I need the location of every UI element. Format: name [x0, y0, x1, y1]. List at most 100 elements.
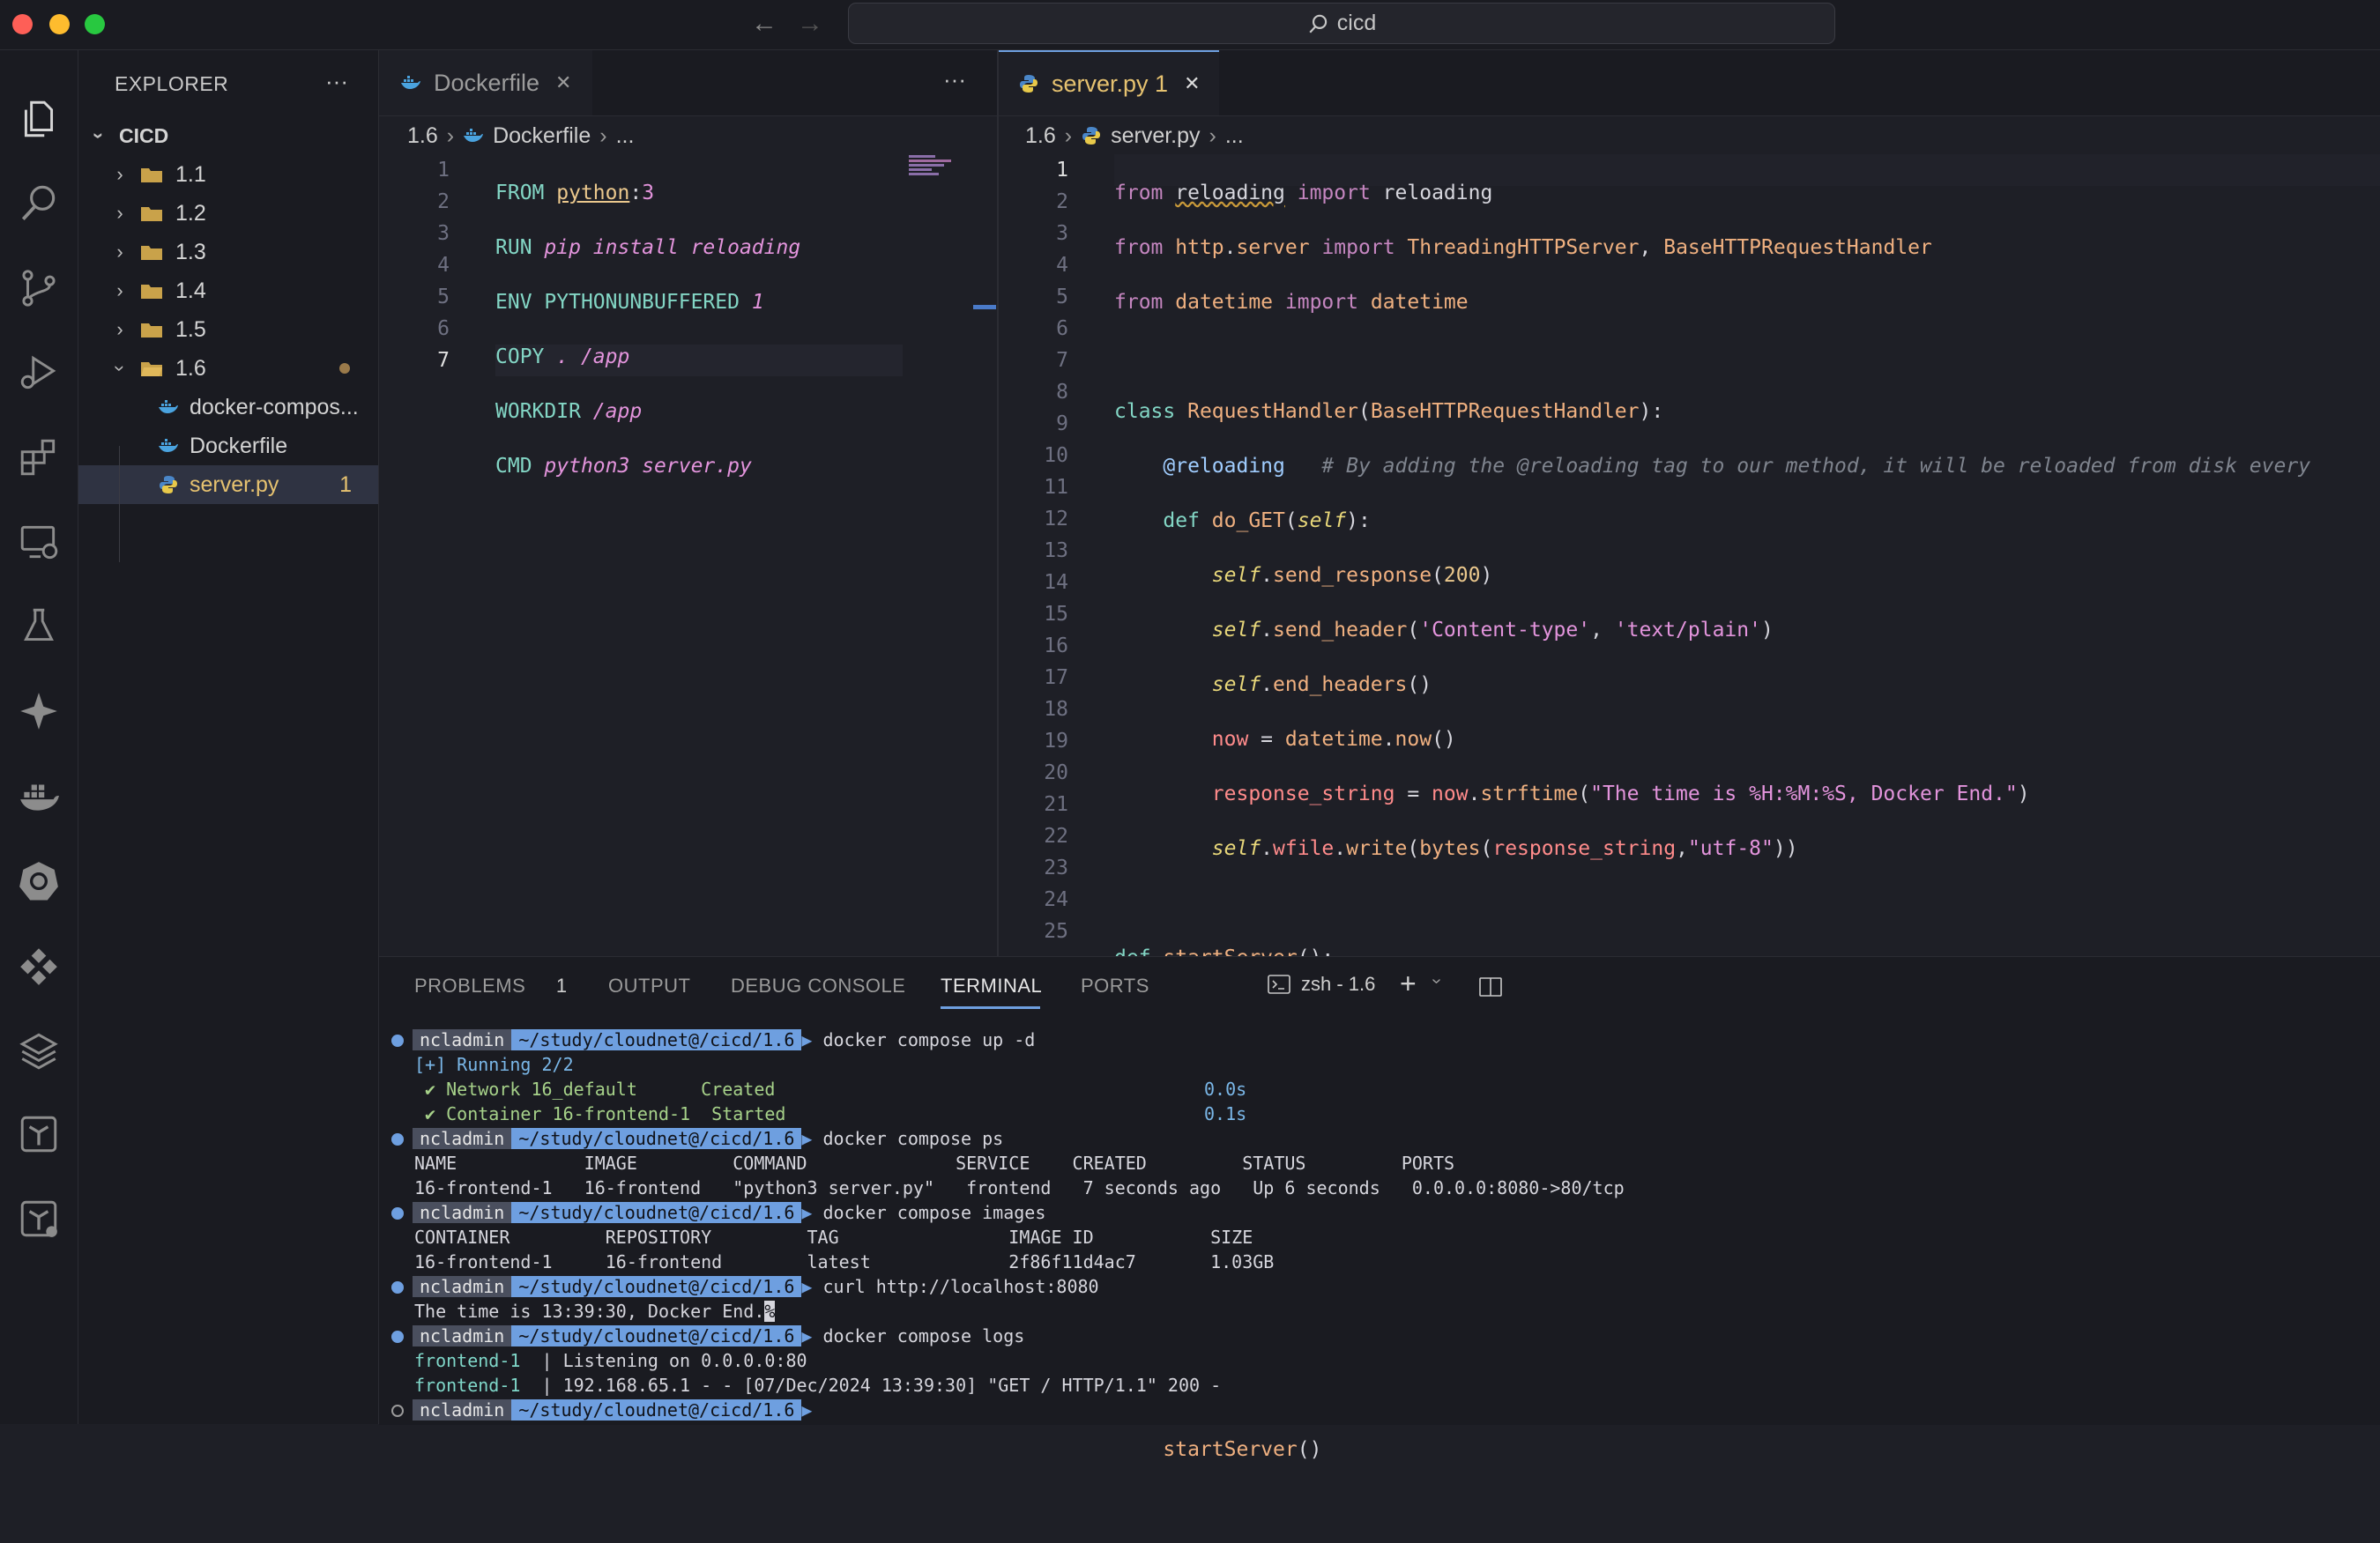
folder-icon: [141, 207, 162, 221]
chevron-down-icon[interactable]: ›: [1426, 978, 1447, 984]
prompt-line: ncladmin ~/study/cloudnet@/cicd/1.6 ▶: [379, 1398, 812, 1422]
new-terminal-plus-icon[interactable]: +: [1400, 968, 1417, 1000]
tab-server-py-label: server.py 1: [1052, 70, 1169, 97]
close-window-button[interactable]: [12, 14, 33, 34]
line-number: 5: [437, 286, 450, 308]
line-number: 6: [1056, 317, 1068, 340]
line-number: 5: [1056, 286, 1068, 308]
tab-problems[interactable]: PROBLEMS 1: [414, 975, 568, 998]
kubernetes-icon[interactable]: [16, 857, 62, 903]
breadcrumb-folder[interactable]: 1.6: [1025, 123, 1056, 149]
line-number: 14: [1044, 571, 1068, 594]
breadcrumb-more[interactable]: ...: [616, 123, 635, 149]
folder-icon: [141, 246, 162, 260]
close-icon[interactable]: ✕: [1184, 72, 1200, 95]
tree-item[interactable]: server.py 1: [78, 465, 378, 504]
folder-icon: [141, 168, 162, 182]
tab-dockerfile[interactable]: Dockerfile ✕: [379, 50, 592, 115]
tree-item[interactable]: Dockerfile: [78, 427, 378, 465]
curl-output-text: The time is 13:39:30, Docker End.: [414, 1301, 765, 1322]
command-center-search[interactable]: cicd: [848, 3, 1835, 44]
tree-item[interactable]: › 1.2: [78, 194, 378, 233]
problems-count-badge: 1: [555, 975, 568, 997]
run-debug-icon[interactable]: [16, 350, 62, 396]
explorer-more-button[interactable]: ···: [325, 68, 348, 95]
breadcrumb-more[interactable]: ...: [1225, 123, 1244, 149]
tab-ports[interactable]: PORTS: [1081, 975, 1149, 998]
tree-item[interactable]: docker-compos...: [78, 388, 378, 427]
tree-item[interactable]: › 1.6: [78, 349, 378, 388]
line-number: 22: [1044, 825, 1068, 848]
log-service: frontend-1: [414, 1350, 542, 1371]
forward-arrow-icon[interactable]: →: [797, 9, 823, 39]
dockerfile-code[interactable]: FROM python:3 RUN pip install reloading …: [495, 154, 800, 560]
curl-output: The time is 13:39:30, Docker End.%: [414, 1299, 776, 1324]
terraform-cloud-icon[interactable]: [16, 1196, 62, 1242]
minimize-window-button[interactable]: [49, 14, 70, 34]
grid-tools-icon[interactable]: [16, 942, 62, 988]
ps-row: 16-frontend-1 16-frontend "python3 serve…: [414, 1177, 1625, 1198]
line-number: 18: [1044, 698, 1068, 721]
line-number: 16: [1044, 634, 1068, 657]
sparkle-icon[interactable]: [16, 688, 62, 734]
container-name: ✔ Container 16-frontend-1: [414, 1103, 712, 1124]
line-number: 15: [1044, 603, 1068, 626]
line-number: 12: [1044, 508, 1068, 530]
tab-terminal[interactable]: TERMINAL: [941, 975, 1042, 998]
close-icon[interactable]: ✕: [555, 71, 571, 94]
tree-item[interactable]: › 1.3: [78, 233, 378, 271]
python-file-icon: [1020, 75, 1038, 93]
no-newline-mark: %: [764, 1301, 776, 1322]
remote-explorer-icon[interactable]: [16, 519, 62, 565]
line-number: 2: [1056, 190, 1068, 213]
success-dot-icon: [391, 1207, 404, 1220]
prompt-path: ~/study/cloudnet@/cicd/1.6: [511, 1029, 802, 1050]
docker-file-icon: [464, 129, 484, 142]
root-folder-label: CICD: [119, 123, 169, 147]
tab-output[interactable]: OUTPUT: [608, 975, 690, 998]
editor-more-button[interactable]: ···: [943, 66, 966, 93]
extensions-icon[interactable]: [16, 434, 62, 480]
prompt-user: ncladmin: [413, 1128, 512, 1149]
terraform-icon[interactable]: [16, 1111, 62, 1157]
bottom-panel: PROBLEMS 1 OUTPUT DEBUG CONSOLE TERMINAL…: [379, 956, 2380, 1425]
search-icon[interactable]: [16, 181, 62, 226]
success-dot-icon: [391, 1331, 404, 1343]
explorer-icon[interactable]: [16, 96, 62, 142]
editor-split-divider[interactable]: [997, 50, 999, 956]
root-folder-cicd[interactable]: › CICD: [78, 116, 378, 155]
pending-dot-icon: [391, 1405, 404, 1417]
tree-item[interactable]: › 1.1: [78, 155, 378, 194]
prompt-user: ncladmin: [413, 1276, 512, 1297]
tree-item[interactable]: › 1.4: [78, 271, 378, 310]
chevron-down-icon: ›: [109, 365, 131, 372]
breadcrumb-file[interactable]: server.py: [1111, 123, 1200, 149]
breadcrumb-left: 1.6 › Dockerfile › ...: [407, 118, 634, 153]
success-dot-icon: [391, 1133, 404, 1146]
indent-guide: [119, 446, 120, 562]
line-number: 9: [1056, 412, 1068, 435]
testing-icon[interactable]: [16, 604, 62, 649]
left-editor-gutter: 1 2 3 4 5 6 7: [388, 154, 450, 376]
command-text: docker compose images: [822, 1202, 1046, 1223]
tree-item[interactable]: › 1.5: [78, 310, 378, 349]
breadcrumb-file[interactable]: Dockerfile: [493, 123, 591, 149]
split-terminal-icon[interactable]: [1479, 976, 1502, 1002]
layers-icon[interactable]: [16, 1027, 62, 1072]
minimap[interactable]: [909, 155, 955, 175]
chevron-right-icon: ›: [116, 241, 123, 263]
chevron-right-icon: ›: [1209, 122, 1216, 148]
tab-server-py[interactable]: server.py 1 ✕: [999, 50, 1219, 115]
prompt-line: ncladmin ~/study/cloudnet@/cicd/1.6 ▶ dock…: [379, 1324, 1024, 1348]
source-control-icon[interactable]: [16, 265, 62, 311]
prompt-user: ncladmin: [413, 1325, 512, 1346]
back-arrow-icon[interactable]: ←: [751, 9, 777, 39]
terminal-shell-selector[interactable]: zsh - 1.6: [1268, 973, 1375, 996]
breadcrumb-folder[interactable]: 1.6: [407, 123, 438, 149]
tab-debug-console[interactable]: DEBUG CONSOLE: [731, 975, 905, 998]
docker-icon[interactable]: [16, 773, 62, 819]
terminal-icon: [1268, 975, 1290, 994]
line-number: 17: [1044, 666, 1068, 689]
line-number: 1: [437, 159, 450, 182]
maximize-window-button[interactable]: [85, 14, 105, 34]
